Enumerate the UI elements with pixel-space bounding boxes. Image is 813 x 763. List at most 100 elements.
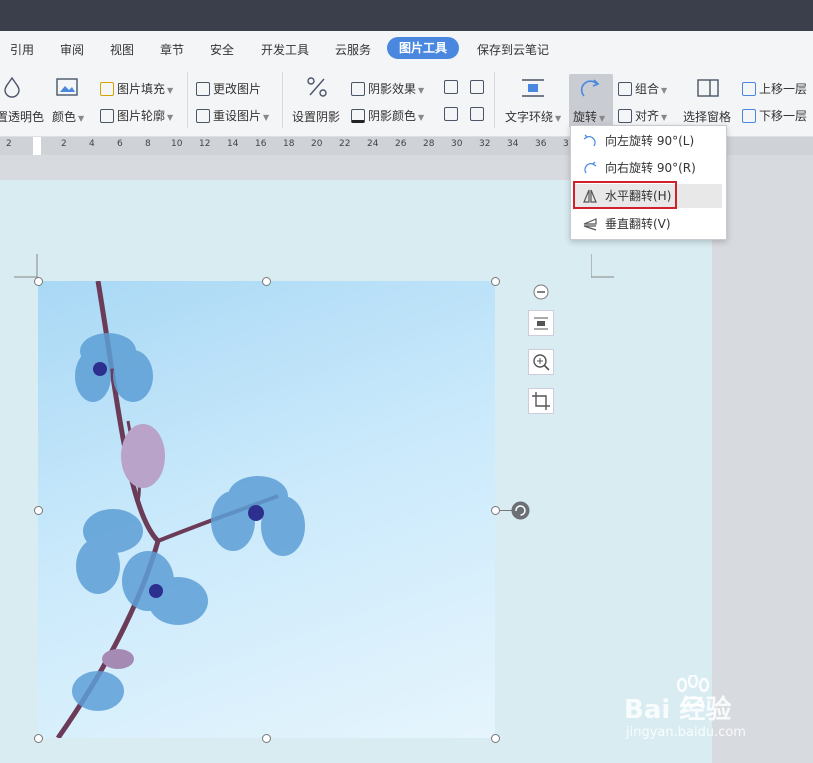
menu-tab-bar: 引用 审阅 视图 章节 安全 开发工具 云服务 图片工具 保存到云笔记 — [0, 31, 813, 66]
dropdown-arrow-icon: ▼ — [599, 114, 606, 123]
align-icon — [618, 109, 632, 123]
highlight-annotation-box — [573, 181, 677, 209]
selection-pane-button[interactable]: 选择窗格 — [683, 108, 731, 125]
fill-bucket-icon — [100, 82, 114, 96]
set-shadow-button[interactable]: 设置阴影 — [292, 108, 340, 125]
bring-forward-label: 上移一层 — [759, 82, 808, 96]
ruler-tick: 8 — [145, 139, 151, 149]
page-corner-mark — [591, 254, 614, 278]
bring-forward-button[interactable]: 上移一层 — [742, 80, 807, 97]
crop-icon[interactable] — [528, 388, 554, 414]
shadow-color-button[interactable]: 阴影颜色 ▼ — [351, 107, 424, 124]
baidu-jingyan-watermark: Bai 经验 jingyan.baidu.com — [622, 675, 782, 745]
ruler-tick: 12 — [199, 139, 211, 149]
resize-handle-left[interactable] — [34, 506, 43, 515]
bring-forward-icon — [742, 82, 756, 96]
page-corner-mark — [14, 254, 38, 278]
resize-handle-top-left[interactable] — [34, 277, 43, 286]
resize-handle-right[interactable] — [491, 506, 500, 515]
dropdown-arrow-icon: ▼ — [263, 113, 270, 122]
reset-picture-button[interactable]: 重设图片 ▼ — [196, 107, 269, 124]
tab-picture-tools[interactable]: 图片工具 — [387, 37, 460, 59]
transparent-color-icon — [4, 76, 20, 98]
ruler-tick: 30 — [451, 139, 463, 149]
resize-handle-top-right[interactable] — [491, 277, 500, 286]
text-wrap-button[interactable]: 文字环绕 ▼ — [505, 108, 561, 125]
dropdown-arrow-icon: ▼ — [661, 113, 668, 122]
ruler-tick: 4 — [89, 139, 95, 149]
tab-chapter[interactable]: 章节 — [160, 41, 184, 58]
send-backward-label: 下移一层 — [759, 109, 808, 123]
menu-item-flip-vertical[interactable]: 垂直翻转(V) — [575, 212, 722, 236]
dropdown-arrow-icon: ▼ — [167, 113, 174, 122]
group-label: 组合 — [635, 82, 660, 96]
reset-picture-label: 重设图片 — [213, 109, 262, 123]
zoom-in-icon[interactable] — [528, 349, 554, 375]
flip-vertical-icon — [583, 218, 597, 231]
ruler-tick: 36 — [535, 139, 547, 149]
shadow-effect-button[interactable]: 阴影效果 ▼ — [351, 80, 424, 97]
watermark-url: jingyan.baidu.com — [626, 725, 746, 740]
dropdown-arrow-icon: ▼ — [418, 113, 425, 122]
menu-item-rotate-left-90[interactable]: 向左旋转 90°(L) — [575, 129, 722, 153]
dropdown-arrow-icon: ▼ — [78, 114, 85, 123]
shadow-color-icon — [351, 109, 365, 123]
indent-marker[interactable] — [33, 137, 41, 155]
tab-review[interactable]: 审阅 — [60, 41, 84, 58]
rotate-icon — [580, 79, 600, 97]
resize-handle-bottom-right[interactable] — [491, 734, 500, 743]
resize-handle-bottom-left[interactable] — [34, 734, 43, 743]
ruler-tick: 24 — [367, 139, 379, 149]
shadow-nudge-up-icon[interactable] — [444, 80, 458, 94]
selection-pane-icon — [697, 79, 719, 97]
dropdown-arrow-icon: ▼ — [418, 86, 425, 95]
rotate-label-text: 旋转 — [573, 110, 598, 124]
shadow-percent-icon — [307, 77, 327, 97]
shadow-nudge-left-icon[interactable] — [444, 107, 458, 121]
shadow-nudge-down-icon[interactable] — [470, 80, 484, 94]
tab-save-to-cloud-notes[interactable]: 保存到云笔记 — [477, 41, 549, 58]
rotate-button[interactable]: 旋转 ▼ — [569, 74, 613, 128]
picture-fill-label: 图片填充 — [117, 82, 166, 96]
menu-item-rotate-right-90[interactable]: 向右旋转 90°(R) — [575, 156, 722, 180]
picture-color-icon — [56, 78, 78, 96]
color-button[interactable]: 颜色 ▼ — [52, 108, 84, 125]
ruler-tick: 20 — [311, 139, 323, 149]
rotate-right-icon — [584, 161, 597, 174]
layout-options-icon[interactable] — [528, 310, 554, 336]
text-wrap-icon — [522, 79, 544, 97]
tab-references[interactable]: 引用 — [10, 41, 34, 58]
menu-item-label: 向右旋转 90°(R) — [605, 161, 696, 175]
send-backward-button[interactable]: 下移一层 — [742, 107, 807, 124]
tab-view[interactable]: 视图 — [110, 41, 134, 58]
shadow-nudge-right-icon[interactable] — [470, 107, 484, 121]
resize-handle-bottom[interactable] — [262, 734, 271, 743]
tab-cloud-services[interactable]: 云服务 — [335, 41, 371, 58]
color-label: 颜色 — [52, 110, 77, 124]
tab-security[interactable]: 安全 — [210, 41, 234, 58]
picture-fill-button[interactable]: 图片填充 ▼ — [100, 80, 173, 97]
outline-icon — [100, 109, 114, 123]
menu-item-label: 向左旋转 90°(L) — [605, 134, 695, 148]
ruler-tick: 32 — [479, 139, 491, 149]
rotation-handle-icon[interactable] — [511, 501, 530, 520]
dropdown-arrow-icon: ▼ — [167, 86, 174, 95]
group-button[interactable]: 组合 ▼ — [618, 80, 667, 97]
text-wrap-label: 文字环绕 — [505, 110, 554, 124]
selected-orchid-picture[interactable] — [38, 281, 495, 738]
change-picture-button[interactable]: 更改图片 — [196, 80, 261, 97]
picture-outline-button[interactable]: 图片轮廓 ▼ — [100, 107, 173, 124]
tab-developer-tools[interactable]: 开发工具 — [261, 41, 309, 58]
ribbon-divider — [282, 72, 283, 128]
ruler-tick: 18 — [283, 139, 295, 149]
align-button[interactable]: 对齐 ▼ — [618, 107, 667, 124]
rotate-left-icon — [583, 134, 596, 147]
shadow-color-label: 阴影颜色 — [368, 109, 417, 123]
resize-handle-top[interactable] — [262, 277, 271, 286]
set-transparent-color-button[interactable]: 置透明色 — [0, 108, 44, 125]
reset-picture-icon — [196, 109, 210, 123]
ruler-tick: 26 — [395, 139, 407, 149]
collapse-toolbar-icon[interactable] — [533, 284, 549, 300]
change-picture-icon — [196, 82, 210, 96]
menu-item-label: 垂直翻转(V) — [605, 217, 671, 231]
